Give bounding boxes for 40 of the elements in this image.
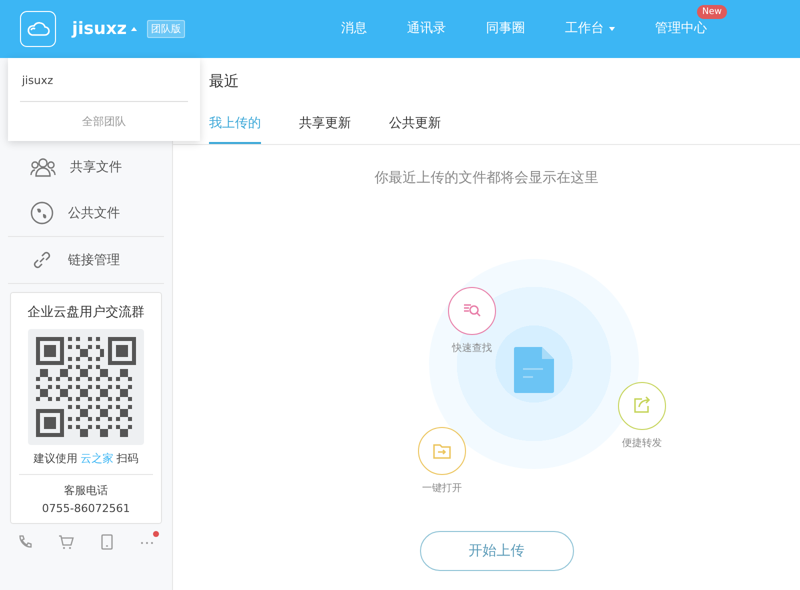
phone-icon[interactable]: [16, 534, 33, 550]
sidebar-item[interactable]: 公共文件: [8, 190, 164, 236]
cloud-logo-icon: [20, 11, 56, 47]
page-title: 最近: [208, 71, 240, 92]
hint-text: 建议使用: [34, 451, 78, 466]
search-icon: [463, 304, 481, 317]
account-switcher[interactable]: jisuxz: [72, 19, 137, 39]
feature-circle[interactable]: [618, 382, 666, 430]
nav-item[interactable]: 通讯录: [386, 20, 466, 38]
sidebar-item[interactable]: 链接管理: [8, 237, 164, 283]
app-link[interactable]: 云之家: [80, 451, 114, 466]
menu-item[interactable]: 全部团队: [20, 102, 188, 141]
tab[interactable]: 我上传的: [209, 102, 261, 144]
feature-circle[interactable]: [418, 427, 466, 475]
feature-label: 一键打开: [422, 482, 462, 495]
feature-label: 快速查找: [452, 342, 492, 355]
upload-button[interactable]: 开始上传: [420, 531, 574, 571]
folder-icon: [433, 444, 451, 459]
edition-badge: 团队版: [146, 20, 185, 38]
tab[interactable]: 公共更新: [389, 102, 441, 144]
share-icon: [634, 396, 650, 413]
tab[interactable]: 共享更新: [299, 102, 351, 144]
nav-item[interactable]: 管理中心: [634, 20, 727, 38]
hint-text: 扫码: [116, 451, 138, 466]
notification-dot: [153, 531, 160, 537]
empty-message: 你最近上传的文件都将会显示在这里: [374, 169, 600, 187]
globe-icon: [30, 201, 54, 225]
document-icon: [514, 347, 554, 393]
service-phone: 0755-86072561: [42, 502, 130, 515]
service-label: 客服电话: [64, 483, 108, 498]
card-title: 企业云盘用户交流群: [28, 304, 144, 321]
tablet-icon[interactable]: [100, 534, 114, 550]
nav-item[interactable]: 消息: [320, 20, 387, 38]
feature-label: 便捷转发: [622, 436, 662, 450]
cart-icon[interactable]: [58, 534, 74, 550]
new-badge: New: [697, 5, 727, 19]
nav-item[interactable]: 同事圈: [466, 20, 545, 38]
menu-item[interactable]: jisuxz: [20, 58, 188, 102]
sidebar-item[interactable]: 共享文件: [8, 144, 164, 190]
nav-item[interactable]: 工作台: [544, 20, 635, 38]
